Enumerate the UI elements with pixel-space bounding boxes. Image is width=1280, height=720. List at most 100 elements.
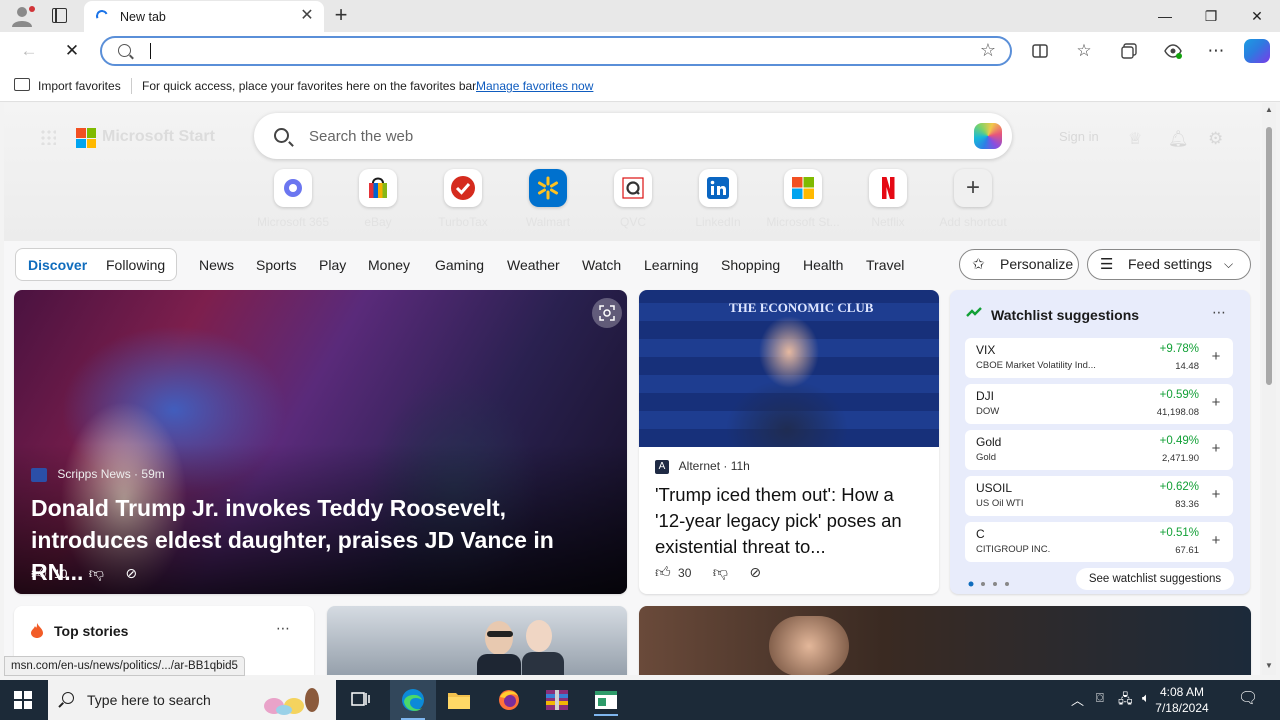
- tab-new-tab[interactable]: New tab ✕: [84, 1, 324, 32]
- notifications-bell-icon[interactable]: 🔔︎: [1168, 129, 1188, 149]
- close-window-button[interactable]: ✕: [1234, 0, 1280, 32]
- tab-following[interactable]: Following: [106, 257, 165, 273]
- manage-favorites-link[interactable]: Manage favorites now: [476, 79, 593, 93]
- web-search-input[interactable]: Search the web: [309, 128, 413, 145]
- stop-loading-button[interactable]: ✕: [57, 36, 87, 66]
- import-favorites-button[interactable]: Import favorites: [38, 79, 121, 93]
- app-launcher-icon[interactable]: [40, 129, 56, 145]
- page-scrollbar[interactable]: ▲ ▼: [1262, 103, 1276, 675]
- nav-health[interactable]: Health: [803, 257, 843, 273]
- minimize-button[interactable]: —: [1142, 0, 1188, 32]
- watchlist-item[interactable]: USOIL US Oil WTI +0.62% 83.36 +: [965, 476, 1233, 516]
- feed-settings-button[interactable]: ☰ Feed settings ⌵: [1087, 249, 1251, 280]
- like-icon[interactable]: 👍︎: [655, 564, 671, 581]
- watchlist-item[interactable]: VIX CBOE Market Volatility Ind... +9.78%…: [965, 338, 1233, 378]
- add-shortcut-button[interactable]: + Add shortcut: [927, 169, 1019, 233]
- favorites-icon[interactable]: ☆: [1069, 36, 1099, 66]
- web-search-box[interactable]: Search the web: [254, 113, 1012, 159]
- add-to-watchlist-icon[interactable]: +: [1207, 441, 1225, 459]
- nav-learning[interactable]: Learning: [644, 257, 699, 273]
- nav-gaming[interactable]: Gaming: [435, 257, 484, 273]
- brand-title[interactable]: Microsoft Start: [102, 128, 215, 146]
- tab-discover[interactable]: Discover: [28, 257, 87, 273]
- shortcut-qvc[interactable]: QVC: [587, 169, 679, 233]
- top-stories-title[interactable]: Top stories: [54, 623, 128, 639]
- nav-news[interactable]: News: [199, 257, 234, 273]
- copilot-icon[interactable]: [1244, 39, 1270, 63]
- close-tab-icon[interactable]: ✕: [298, 7, 316, 25]
- signin-button[interactable]: Sign in: [1059, 129, 1099, 144]
- personalize-button[interactable]: ✩ Personalize: [959, 249, 1079, 280]
- add-to-watchlist-icon[interactable]: +: [1207, 349, 1225, 367]
- page-settings-gear-icon[interactable]: ⚙: [1208, 129, 1223, 149]
- main-story-card[interactable]: Scripps News · 59m Donald Trump Jr. invo…: [14, 290, 627, 594]
- shortcut-linkedin[interactable]: LinkedIn: [672, 169, 764, 233]
- import-favorites-icon[interactable]: [14, 78, 30, 91]
- app-window-icon[interactable]: [586, 684, 626, 716]
- dislike-icon[interactable]: 👎︎: [713, 564, 728, 581]
- file-explorer-icon[interactable]: [439, 684, 479, 716]
- hide-story-icon[interactable]: ⊘: [125, 565, 137, 581]
- taskbar-clock[interactable]: 4:08 AM 7/18/2024: [1136, 684, 1228, 716]
- like-icon[interactable]: 👍︎: [31, 565, 47, 582]
- add-favorite-star-icon[interactable]: ☆: [980, 40, 996, 61]
- shortcut-microsoft-365[interactable]: Microsoft 365: [247, 169, 339, 233]
- back-button[interactable]: ←: [14, 36, 44, 66]
- dislike-icon[interactable]: 👎︎: [89, 565, 104, 582]
- restore-button[interactable]: ❐: [1188, 0, 1234, 32]
- winrar-icon[interactable]: [537, 684, 577, 716]
- see-watchlist-suggestions-button[interactable]: See watchlist suggestions: [1076, 568, 1234, 590]
- nav-shopping[interactable]: Shopping: [721, 257, 780, 273]
- show-hidden-icons-chevron-icon[interactable]: ︿: [1071, 690, 1084, 709]
- split-screen-icon[interactable]: [1025, 36, 1055, 66]
- story-card-photo[interactable]: [639, 606, 1251, 675]
- taskbar-edge-button[interactable]: [390, 680, 436, 720]
- story-source[interactable]: Scripps News: [57, 467, 130, 481]
- nav-weather[interactable]: Weather: [507, 257, 560, 273]
- shortcut-turbotax[interactable]: TurboTax: [417, 169, 509, 233]
- copilot-icon[interactable]: [974, 123, 1002, 149]
- nav-play[interactable]: Play: [319, 257, 346, 273]
- notifications-icon[interactable]: 🗨︎: [1238, 688, 1258, 708]
- tab-actions-icon[interactable]: [52, 8, 67, 23]
- add-to-watchlist-icon[interactable]: +: [1207, 395, 1225, 413]
- second-story-card[interactable]: THE ECONOMIC CLUB A Alternet · 11h 'Trum…: [639, 290, 939, 594]
- firefox-icon[interactable]: [489, 684, 529, 716]
- carousel-dots[interactable]: [968, 575, 1014, 590]
- watchlist-item[interactable]: DJI DOW +0.59% 41,198.08 +: [965, 384, 1233, 424]
- shortcut-netflix[interactable]: Netflix: [842, 169, 934, 233]
- windows-start-icon[interactable]: [14, 691, 32, 709]
- device-icon[interactable]: ⌼: [1096, 690, 1104, 706]
- address-bar[interactable]: ☆: [100, 36, 1012, 66]
- top-stories-more-icon[interactable]: ⋯: [276, 620, 290, 637]
- nav-sports[interactable]: Sports: [256, 257, 296, 273]
- add-to-watchlist-icon[interactable]: +: [1207, 533, 1225, 551]
- watchlist-more-icon[interactable]: ⋯: [1212, 304, 1226, 321]
- collections-icon[interactable]: [1114, 36, 1144, 66]
- watchlist-item[interactable]: Gold Gold +0.49% 2,471.90 +: [965, 430, 1233, 470]
- nav-money[interactable]: Money: [368, 257, 410, 273]
- rewards-icon[interactable]: ♕: [1128, 129, 1142, 149]
- shortcut-microsoft-store[interactable]: Microsoft St...: [757, 169, 849, 233]
- hide-story-icon[interactable]: ⊘: [749, 564, 761, 580]
- task-view-icon[interactable]: [340, 684, 380, 716]
- taskbar-search-input[interactable]: Type here to search: [87, 692, 211, 708]
- scroll-down-icon[interactable]: ▼: [1265, 661, 1273, 670]
- shortcut-ebay[interactable]: eBay: [332, 169, 424, 233]
- nav-watch[interactable]: Watch: [582, 257, 621, 273]
- watchlist-item[interactable]: C CITIGROUP INC. +0.51% 67.61 +: [965, 522, 1233, 562]
- story-headline[interactable]: 'Trump iced them out': How a '12-year le…: [655, 482, 927, 560]
- network-icon[interactable]: 🖧︎: [1118, 690, 1133, 712]
- new-tab-button[interactable]: +: [330, 4, 352, 26]
- settings-more-icon[interactable]: ⋯: [1201, 36, 1231, 66]
- story-source[interactable]: Alternet: [679, 459, 720, 473]
- shortcut-walmart[interactable]: Walmart: [502, 169, 594, 233]
- scrollbar-thumb[interactable]: [1266, 127, 1272, 385]
- browser-essentials-icon[interactable]: [1158, 36, 1188, 66]
- scroll-up-icon[interactable]: ▲: [1265, 105, 1273, 114]
- story-card-photo[interactable]: [327, 606, 627, 675]
- add-to-watchlist-icon[interactable]: +: [1207, 487, 1225, 505]
- nav-travel[interactable]: Travel: [866, 257, 904, 273]
- taskbar-search-box[interactable]: Type here to search: [48, 680, 336, 720]
- visual-search-icon[interactable]: [592, 298, 622, 328]
